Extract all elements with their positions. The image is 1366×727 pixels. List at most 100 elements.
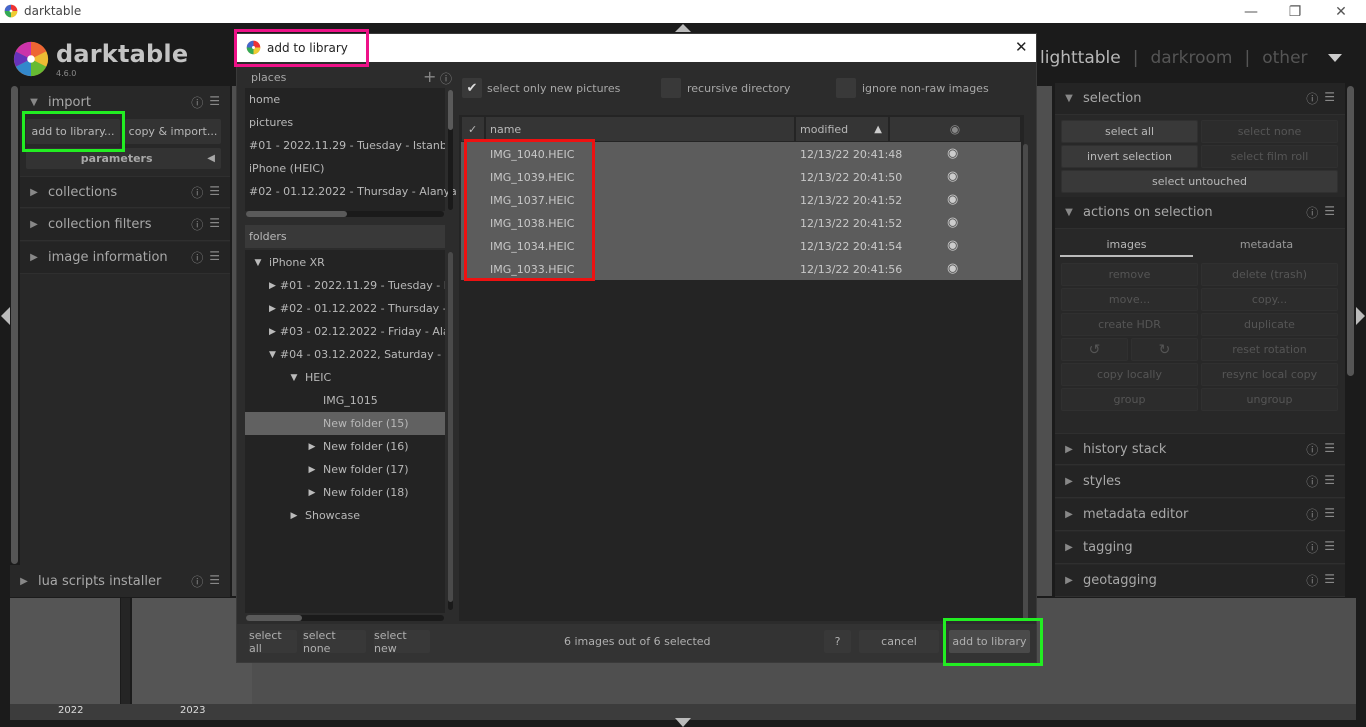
view-other[interactable]: other [1262, 48, 1307, 68]
restore-button[interactable]: ❐ [1272, 0, 1318, 23]
collapsed-triangle-icon[interactable]: ▶ [305, 442, 319, 452]
eye-icon[interactable]: ◉ [947, 169, 958, 184]
help-button[interactable]: ? [824, 630, 851, 653]
file-table-row[interactable]: IMG_1037.HEIC 12/13/22 20:41:52 ◉ [461, 189, 1021, 212]
places-hscrollbar-track[interactable] [246, 211, 444, 217]
presets-icon[interactable]: ☰ [209, 94, 220, 111]
add-to-library-button[interactable]: add to library... [26, 119, 120, 144]
recursive-directory-checkbox[interactable] [661, 78, 681, 98]
presets-icon[interactable]: ☰ [1324, 539, 1335, 556]
place-info-icon[interactable]: ⓘ [440, 70, 452, 87]
folder-tree-item[interactable]: ▼ iPhone XR [245, 251, 445, 274]
module-collection-filters-header[interactable]: ▶ collection filters ⓘ ☰ [20, 209, 230, 241]
reset-icon[interactable]: ⓘ [1306, 539, 1318, 556]
presets-icon[interactable]: ☰ [209, 184, 220, 201]
place-item[interactable]: #02 - 01.12.2022 - Thursday - Alanya [249, 185, 457, 198]
collapsed-triangle-icon[interactable]: ▶ [269, 327, 276, 337]
folders-hscrollbar-track[interactable] [246, 615, 444, 621]
column-name[interactable]: name [486, 117, 794, 141]
folder-tree-item[interactable]: ▼ HEIC [245, 366, 445, 389]
folder-tree-item[interactable]: ▶ Showcase [245, 504, 445, 527]
presets-icon[interactable]: ☰ [1324, 441, 1335, 458]
file-table-row[interactable]: IMG_1040.HEIC 12/13/22 20:41:48 ◉ [461, 143, 1021, 166]
top-panel-toggle-icon[interactable] [675, 24, 691, 32]
delete-trash-button[interactable]: delete (trash) [1201, 263, 1338, 286]
expanded-triangle-icon[interactable]: ▼ [269, 350, 276, 360]
module-import-header[interactable]: ▼ import ⓘ ☰ [20, 86, 230, 118]
folder-tree-item[interactable]: ▶#02 - 01.12.2022 - Thursday - Ala [245, 297, 445, 320]
folder-tree-item[interactable]: ▶ New folder (16) [245, 435, 445, 458]
module-selection-header[interactable]: ▼ selection ⓘ ☰ [1055, 83, 1345, 115]
module-styles-header[interactable]: ▶ styles ⓘ ☰ [1055, 466, 1345, 498]
file-table-row[interactable]: IMG_1039.HEIC 12/13/22 20:41:50 ◉ [461, 166, 1021, 189]
eye-icon[interactable]: ◉ [947, 146, 958, 161]
right-panel-toggle-icon[interactable] [1356, 307, 1365, 325]
left-panel-toggle-icon[interactable] [1, 307, 10, 325]
presets-icon[interactable]: ☰ [209, 573, 220, 590]
copy-and-import-button[interactable]: copy & import... [125, 119, 221, 144]
add-to-library-confirm-button[interactable]: add to library [949, 630, 1030, 653]
close-window-button[interactable]: ✕ [1318, 0, 1364, 23]
module-tagging-header[interactable]: ▶ tagging ⓘ ☰ [1055, 532, 1345, 564]
folder-tree-item[interactable]: ▶#01 - 2022.11.29 - Tuesday - Istan [245, 274, 445, 297]
left-panel-scrollbar[interactable] [11, 86, 18, 564]
reset-icon[interactable]: ⓘ [1306, 441, 1318, 458]
column-thumbnail[interactable]: ◉ [890, 117, 1020, 141]
reset-icon[interactable]: ⓘ [1306, 473, 1318, 490]
presets-icon[interactable]: ☰ [1324, 204, 1335, 221]
timeline-block-2023[interactable] [132, 598, 252, 704]
module-collections-header[interactable]: ▶ collections ⓘ ☰ [20, 176, 230, 208]
reset-icon[interactable]: ⓘ [1306, 204, 1318, 221]
module-lua-scripts-installer-header[interactable]: ▶ lua scripts installer ⓘ ☰ [10, 565, 230, 597]
tab-metadata[interactable]: metadata [1200, 236, 1333, 257]
eye-icon[interactable]: ◉ [947, 215, 958, 230]
folders-scrollbar-track[interactable] [448, 252, 453, 610]
files-scrollbar[interactable] [1023, 144, 1028, 620]
select-only-new-checkbox[interactable]: ✔ [462, 78, 482, 98]
presets-icon[interactable]: ☰ [1324, 506, 1335, 523]
tab-images[interactable]: images [1060, 236, 1193, 257]
folder-tree-item[interactable]: ▶ New folder (18) [245, 481, 445, 504]
reset-rotation-button[interactable]: reset rotation [1201, 338, 1338, 361]
file-table-row[interactable]: IMG_1038.HEIC 12/13/22 20:41:52 ◉ [461, 212, 1021, 235]
view-lighttable[interactable]: lighttable [1040, 48, 1121, 68]
folder-tree-item[interactable]: New folder (15) [245, 412, 445, 435]
reset-icon[interactable]: ⓘ [1306, 506, 1318, 523]
file-table-row[interactable]: IMG_1033.HEIC 12/13/22 20:41:56 ◉ [461, 258, 1021, 281]
right-panel-scrollbar[interactable] [1347, 86, 1354, 376]
expanded-triangle-icon[interactable]: ▼ [251, 258, 265, 268]
copy-button[interactable]: copy... [1201, 288, 1338, 311]
move-button[interactable]: move... [1061, 288, 1198, 311]
module-history-stack-header[interactable]: ▶ history stack ⓘ ☰ [1055, 433, 1345, 465]
presets-icon[interactable]: ☰ [209, 216, 220, 233]
view-menu-dropdown-icon[interactable] [1328, 54, 1342, 62]
module-metadata-editor-header[interactable]: ▶ metadata editor ⓘ ☰ [1055, 499, 1345, 531]
create-hdr-button[interactable]: create HDR [1061, 313, 1198, 336]
invert-selection-button[interactable]: invert selection [1061, 145, 1198, 168]
file-table-row[interactable]: IMG_1034.HEIC 12/13/22 20:41:54 ◉ [461, 235, 1021, 258]
place-item[interactable]: iPhone (HEIC) [249, 162, 324, 175]
reset-icon[interactable]: ⓘ [191, 249, 203, 266]
eye-icon[interactable]: ◉ [947, 261, 958, 276]
footer-select-new-button[interactable]: select new [374, 629, 430, 655]
column-select-all[interactable]: ✓ [462, 117, 484, 141]
select-all-button[interactable]: select all [1061, 120, 1198, 143]
presets-icon[interactable]: ☰ [209, 249, 220, 266]
remove-button[interactable]: remove [1061, 263, 1198, 286]
dialog-close-button[interactable]: ✕ [1015, 38, 1028, 56]
select-none-button[interactable]: select none [1201, 120, 1338, 143]
eye-icon[interactable]: ◉ [947, 192, 958, 207]
presets-icon[interactable]: ☰ [1324, 90, 1335, 107]
add-place-icon[interactable]: + [423, 67, 436, 86]
reset-icon[interactable]: ⓘ [191, 216, 203, 233]
presets-icon[interactable]: ☰ [1324, 572, 1335, 589]
place-item-home[interactable]: home [249, 93, 280, 106]
places-scrollbar-thumb[interactable] [448, 90, 453, 130]
expanded-triangle-icon[interactable]: ▼ [287, 373, 301, 383]
module-actions-on-selection-header[interactable]: ▼ actions on selection ⓘ ☰ [1055, 197, 1345, 229]
rotate-right-button[interactable]: ↻ [1131, 338, 1198, 361]
minimize-button[interactable]: — [1228, 0, 1274, 23]
reset-icon[interactable]: ⓘ [1306, 90, 1318, 107]
view-darkroom[interactable]: darkroom [1150, 48, 1232, 68]
module-image-information-header[interactable]: ▶ image information ⓘ ☰ [20, 242, 230, 274]
